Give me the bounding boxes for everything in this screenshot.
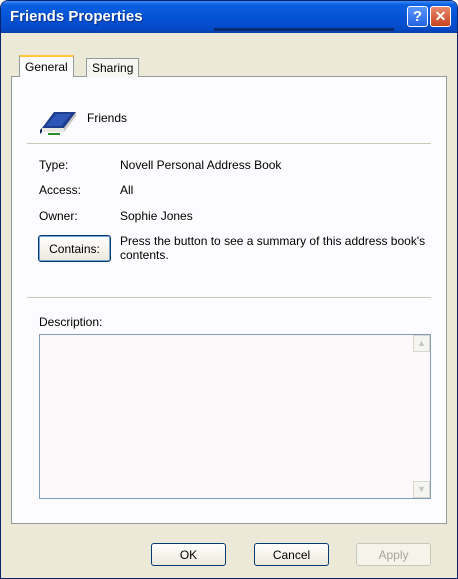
- type-value: Novell Personal Address Book: [120, 158, 282, 172]
- description-label: Description:: [39, 315, 103, 329]
- address-book-icon: [40, 112, 76, 135]
- separator: [27, 143, 431, 144]
- tab-general[interactable]: General: [19, 55, 74, 77]
- access-label: Access:: [39, 183, 82, 197]
- title-bar[interactable]: Friends Properties ? ✕: [1, 1, 457, 33]
- scroll-down-icon[interactable]: ▼: [413, 481, 430, 498]
- title-bar-strip: [214, 28, 394, 31]
- tab-sharing[interactable]: Sharing: [86, 58, 140, 77]
- contains-button[interactable]: Contains:: [38, 235, 111, 262]
- owner-label: Owner:: [39, 209, 78, 223]
- window-title: Friends Properties: [10, 8, 143, 25]
- separator: [27, 297, 431, 298]
- scroll-up-icon[interactable]: ▲: [413, 335, 430, 352]
- type-label: Type:: [39, 158, 69, 172]
- owner-value: Sophie Jones: [120, 209, 193, 223]
- cancel-button[interactable]: Cancel: [254, 543, 329, 566]
- description-scrollbar[interactable]: ▲ ▼: [413, 335, 430, 498]
- apply-button[interactable]: Apply: [356, 543, 431, 566]
- address-book-name: Friends: [87, 111, 128, 125]
- contains-description: Press the button to see a summary of thi…: [120, 234, 426, 262]
- properties-dialog: Friends Properties ? ✕ General Sharing F…: [0, 0, 458, 579]
- access-value: All: [120, 183, 134, 197]
- ok-button[interactable]: OK: [151, 543, 226, 566]
- help-button[interactable]: ?: [407, 6, 428, 27]
- description-textarea[interactable]: ▲ ▼: [39, 334, 431, 499]
- close-button[interactable]: ✕: [430, 6, 451, 27]
